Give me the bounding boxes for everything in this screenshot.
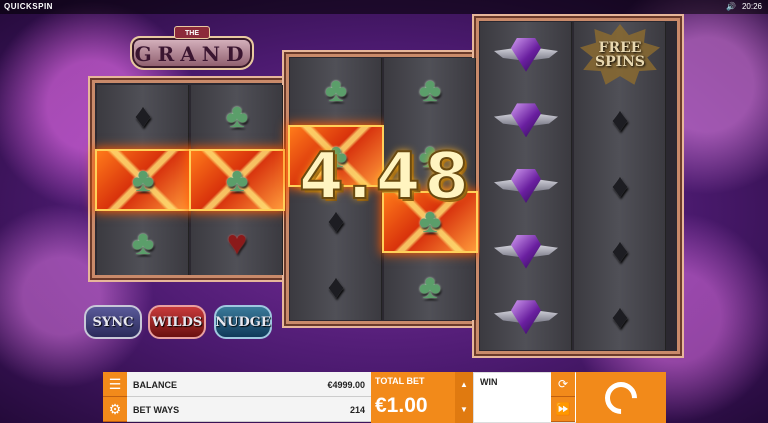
symbol-gem	[480, 26, 572, 84]
control-bar: ☰ ⚙ BALANCE €4999.00 BET WAYS 214 TOTAL …	[103, 372, 666, 423]
sync-feature-badge: SYNC	[84, 305, 142, 339]
symbol-club: ♣	[418, 267, 442, 306]
symbol-diamond: ♦	[611, 297, 629, 336]
side-buttons: ⟳ ⏩	[551, 372, 575, 423]
total-bet-panel[interactable]: TOTAL BET €1.00	[371, 372, 455, 423]
bet-decrease-button[interactable]: ▼	[455, 397, 473, 422]
game-logo: THE GRAND	[122, 14, 262, 78]
fast-forward-button[interactable]: ⏩	[551, 397, 575, 422]
symbol-heart: ♥	[226, 223, 248, 262]
symbol-club: ♣	[225, 97, 249, 136]
symbol-club: ♣	[324, 71, 348, 110]
chevron-up-icon: ▲	[460, 380, 468, 389]
total-bet-value: €1.00	[375, 394, 428, 417]
betways-row: BET WAYS 214	[127, 397, 371, 422]
fast-forward-icon: ⏩	[555, 402, 571, 416]
spin-button[interactable]	[576, 372, 666, 423]
betways-label: BET WAYS	[133, 405, 180, 415]
symbol-diamond: ♦	[611, 166, 629, 205]
balance-row: BALANCE €4999.00	[127, 372, 371, 397]
symbol-club: ♣	[131, 223, 155, 262]
symbol-diamond: ♦	[611, 100, 629, 139]
top-bar-right: 🔊 20:26	[726, 2, 762, 11]
symbol-club: ♣	[189, 149, 285, 211]
win-label: WIN	[480, 377, 498, 387]
top-bar: QUICKSPIN 🔊 20:26	[0, 0, 768, 14]
brand-label: QUICKSPIN	[4, 2, 53, 11]
balance-value: €4999.00	[327, 380, 365, 390]
logo-the: THE	[174, 26, 210, 39]
symbol-gem	[480, 91, 572, 149]
clock: 20:26	[741, 2, 762, 11]
symbol-diamond: ♦	[134, 97, 152, 136]
bet-stepper: ▲ ▼	[455, 372, 473, 423]
betways-value: 214	[349, 405, 365, 415]
wilds-feature-badge: WILDS	[148, 305, 206, 339]
symbol-diamond: ♦	[611, 232, 629, 271]
total-bet-label: TOTAL BET	[375, 376, 425, 386]
menu-button[interactable]: ☰	[103, 372, 127, 397]
gear-icon: ⚙	[108, 400, 122, 417]
nudge-feature-badge: NUDGE	[214, 305, 272, 339]
win-amount-display: 4.48	[298, 139, 473, 215]
speaker-icon[interactable]: 🔊	[726, 2, 736, 11]
symbol-club: ♣	[95, 149, 191, 211]
symbol-gem	[480, 157, 572, 215]
bet-increase-button[interactable]: ▲	[455, 372, 473, 397]
symbol-diamond: ♦	[327, 267, 345, 306]
chevron-down-icon: ▼	[460, 405, 468, 414]
spin-icon	[598, 374, 644, 421]
settings-button[interactable]: ⚙	[103, 397, 127, 422]
hamburger-icon: ☰	[108, 375, 122, 392]
logo-word: GRAND	[134, 42, 250, 66]
refresh-icon: ⟳	[557, 377, 569, 391]
symbol-freespins: FREE SPINS	[580, 24, 660, 86]
symbol-gem	[480, 288, 572, 346]
symbol-club: ♣	[418, 71, 442, 110]
balance-label: BALANCE	[133, 380, 177, 390]
symbol-gem	[480, 223, 572, 281]
autoplay-button[interactable]: ⟳	[551, 372, 575, 397]
